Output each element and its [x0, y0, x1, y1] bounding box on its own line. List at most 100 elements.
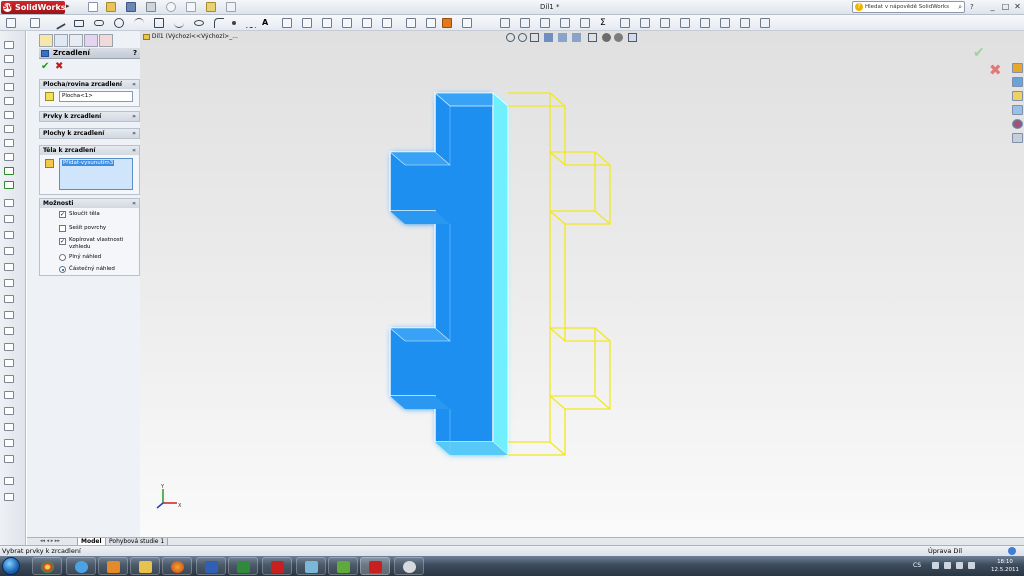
- extrude-icon[interactable]: [520, 18, 530, 28]
- start-button[interactable]: [2, 557, 20, 575]
- chevron-down-icon[interactable]: »: [132, 112, 136, 121]
- graphics-area[interactable]: Díl1 (Výchozí<<Výchozí>_... ✔ ✖ X Y: [140, 31, 1024, 537]
- strip-tool-icon[interactable]: [4, 263, 14, 271]
- polygon-icon[interactable]: [154, 18, 164, 28]
- reference-geometry-icon[interactable]: [720, 18, 730, 28]
- collapse-icon[interactable]: «: [132, 80, 136, 89]
- strip-tool-icon[interactable]: [4, 199, 14, 207]
- mirror-feature-icon[interactable]: [700, 18, 710, 28]
- undo-icon[interactable]: [166, 2, 176, 12]
- language-indicator[interactable]: CS: [913, 562, 921, 569]
- cancel-button[interactable]: ✖: [55, 61, 63, 72]
- dimxpert-tab[interactable]: [84, 34, 98, 47]
- strip-tool-icon[interactable]: [4, 215, 14, 223]
- slot-icon[interactable]: [94, 20, 104, 26]
- strip-tool-icon[interactable]: [4, 125, 14, 133]
- rectangle-icon[interactable]: [74, 20, 84, 27]
- strip-tool-icon[interactable]: [4, 295, 14, 303]
- strip-tool-icon[interactable]: [4, 311, 14, 319]
- strip-tool-icon[interactable]: [4, 423, 14, 431]
- partial-preview-radio[interactable]: [59, 266, 66, 273]
- shell-icon[interactable]: [660, 18, 670, 28]
- strip-tool-icon[interactable]: [4, 493, 14, 501]
- tray-arrow-icon[interactable]: [932, 562, 939, 569]
- minimize-button[interactable]: _: [986, 1, 999, 12]
- taskbar-solidworks-active-button[interactable]: [360, 557, 390, 575]
- knit-surfaces-checkbox[interactable]: [59, 225, 66, 232]
- strip-tool-icon[interactable]: [4, 111, 14, 119]
- select-icon[interactable]: [186, 2, 196, 12]
- repair-sketch-icon[interactable]: [426, 18, 436, 28]
- taskbar-media-button[interactable]: [98, 557, 128, 575]
- strip-tool-icon[interactable]: [4, 41, 14, 49]
- strip-tool-icon[interactable]: [4, 455, 14, 463]
- strip-tool-icon[interactable]: [4, 439, 14, 447]
- save-icon[interactable]: [126, 2, 136, 12]
- centerline-icon[interactable]: [246, 18, 256, 28]
- section-header[interactable]: Prvky k zrcadlení »: [40, 112, 139, 121]
- property-manager-tab[interactable]: [54, 34, 68, 47]
- faces-to-mirror-section[interactable]: Plochy k zrcadlení »: [39, 128, 140, 139]
- line-icon[interactable]: [52, 16, 66, 30]
- circle-icon[interactable]: [114, 18, 124, 28]
- volume-icon[interactable]: [968, 562, 975, 569]
- print-icon[interactable]: [146, 2, 156, 12]
- help-search-input[interactable]: ? Hledat v nápovědě SolidWorks ⌕: [852, 1, 965, 13]
- section-header[interactable]: Plochy k zrcadlení »: [40, 129, 139, 138]
- loft-icon[interactable]: [580, 18, 590, 28]
- revolve-icon[interactable]: [540, 18, 550, 28]
- taskbar-excel-button[interactable]: [228, 557, 258, 575]
- convert-entities-icon[interactable]: [302, 18, 312, 28]
- section-header[interactable]: Těla k zrcadlení «: [40, 146, 139, 155]
- options-icon[interactable]: [226, 2, 236, 12]
- taskbar-explorer-button[interactable]: [130, 557, 160, 575]
- spline-icon[interactable]: [174, 18, 184, 28]
- display-manager-tab[interactable]: [99, 34, 113, 47]
- taskbar-solidworks-button[interactable]: [262, 557, 292, 575]
- strip-tool-icon[interactable]: [4, 181, 14, 189]
- strip-tool-icon[interactable]: [4, 359, 14, 367]
- features-group-icon[interactable]: [500, 18, 510, 28]
- smart-dimension-icon[interactable]: [30, 18, 40, 28]
- sketch-tools-icon[interactable]: [462, 18, 472, 28]
- sum-icon[interactable]: Σ: [600, 18, 610, 28]
- strip-tool-icon[interactable]: [4, 343, 14, 351]
- menu-arrow-icon[interactable]: ▸: [66, 2, 70, 10]
- sweep-icon[interactable]: [560, 18, 570, 28]
- strip-tool-icon[interactable]: [4, 375, 14, 383]
- strip-tool-icon[interactable]: [4, 247, 14, 255]
- help-button[interactable]: ?: [133, 48, 137, 59]
- selected-body-item[interactable]: Přidat-vysunutím3: [62, 160, 115, 166]
- rebuild-icon[interactable]: [206, 2, 216, 12]
- strip-tool-icon[interactable]: [4, 153, 14, 161]
- full-preview-radio[interactable]: [59, 254, 66, 261]
- move-entities-icon[interactable]: [382, 18, 392, 28]
- strip-tool-icon[interactable]: [4, 167, 14, 175]
- collapse-icon[interactable]: «: [132, 199, 136, 208]
- taskbar-ie-button[interactable]: [66, 557, 96, 575]
- configuration-manager-tab[interactable]: [69, 34, 83, 47]
- strip-tool-icon[interactable]: [4, 279, 14, 287]
- trim-icon[interactable]: [282, 18, 292, 28]
- taskbar-app-button[interactable]: [394, 557, 424, 575]
- taskbar-app-button[interactable]: [296, 557, 326, 575]
- close-button[interactable]: ✕: [1011, 1, 1024, 12]
- ellipse-icon[interactable]: [194, 20, 204, 26]
- tab-scroll-arrows[interactable]: ◂◂ ◂ ▸ ▸▸: [40, 538, 60, 544]
- strip-tool-icon[interactable]: [4, 83, 14, 91]
- tray-app-icon[interactable]: [944, 562, 951, 569]
- system-clock[interactable]: 18:10 12.5.2011: [990, 558, 1020, 574]
- section-header[interactable]: Možnosti «: [40, 199, 139, 208]
- strip-tool-icon[interactable]: [4, 391, 14, 399]
- sketch-icon[interactable]: [6, 18, 16, 28]
- new-document-icon[interactable]: [88, 2, 98, 12]
- offset-icon[interactable]: [322, 18, 332, 28]
- bodies-list[interactable]: Přidat-vysunutím3: [59, 158, 133, 190]
- strip-tool-icon[interactable]: [4, 55, 14, 63]
- part-model[interactable]: [140, 31, 1024, 537]
- mirrored-body[interactable]: [389, 92, 510, 456]
- merge-solids-checkbox[interactable]: ✓: [59, 211, 66, 218]
- propagate-visual-checkbox[interactable]: ✓: [59, 238, 66, 245]
- strip-tool-icon[interactable]: [4, 69, 14, 77]
- mirror-entities-icon[interactable]: [342, 18, 352, 28]
